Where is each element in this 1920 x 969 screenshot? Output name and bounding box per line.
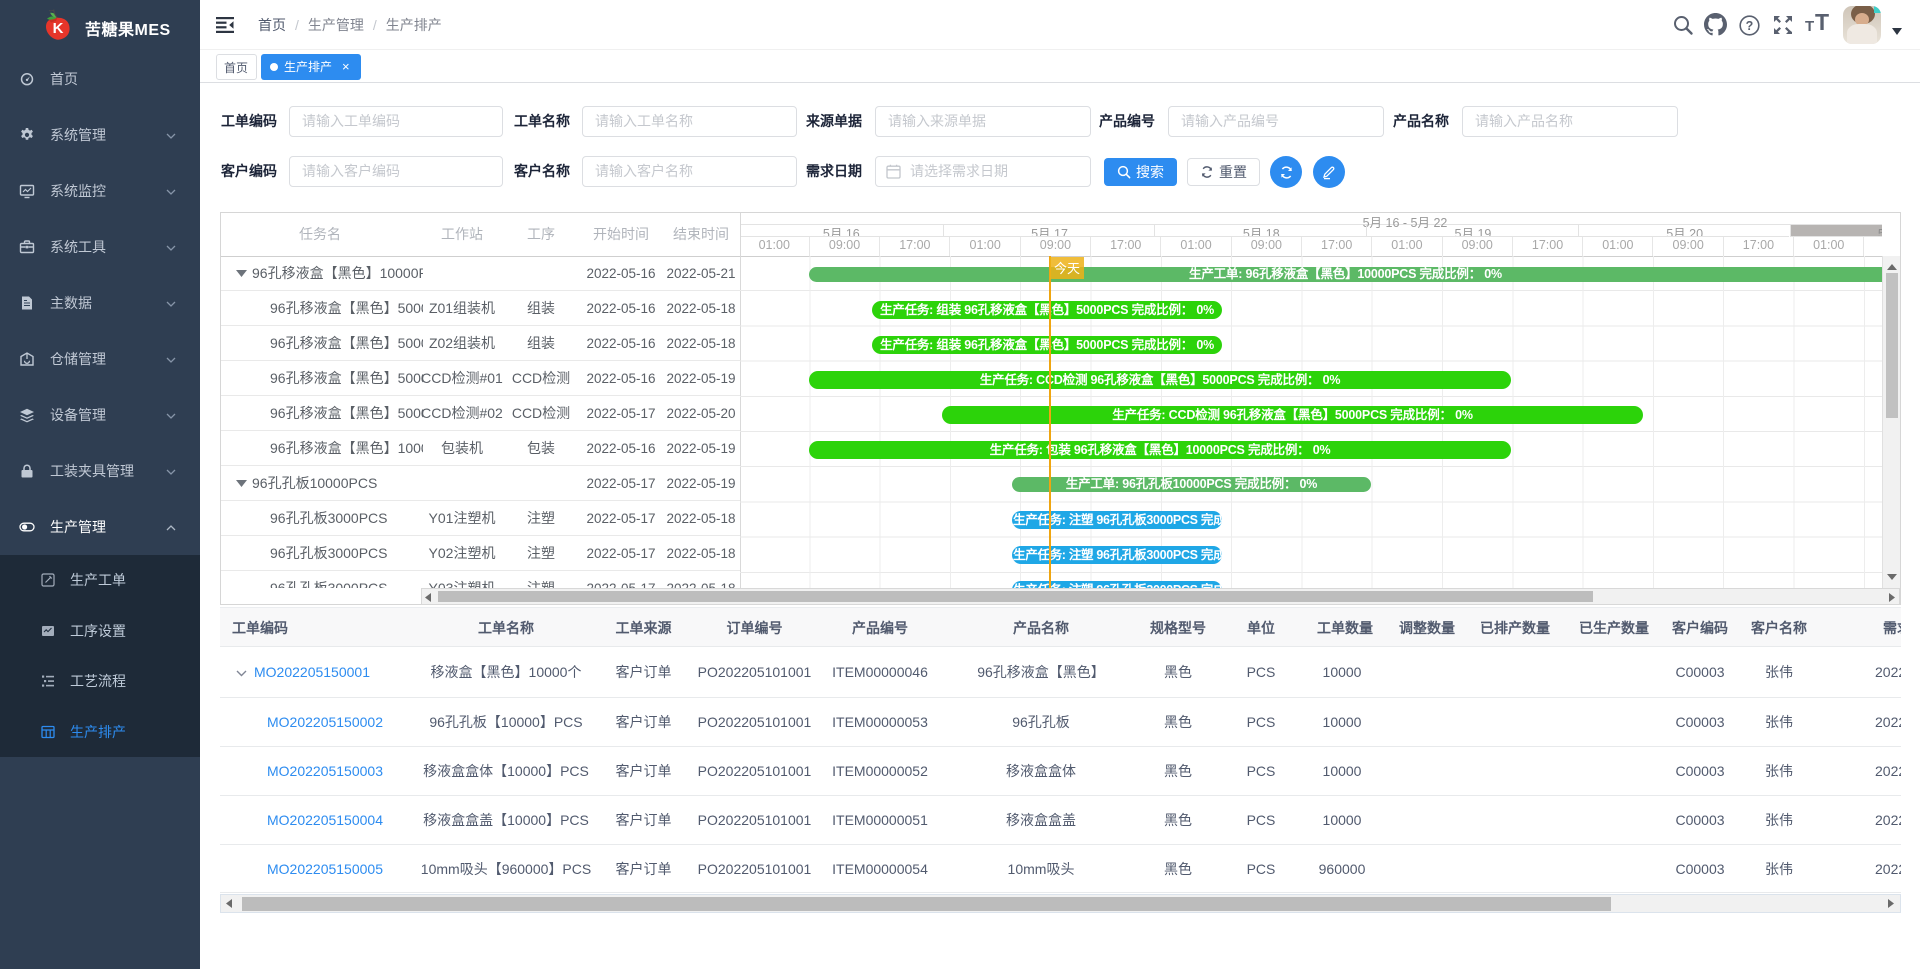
svg-text:?: ?	[1746, 19, 1754, 33]
svg-text:K: K	[53, 20, 64, 37]
